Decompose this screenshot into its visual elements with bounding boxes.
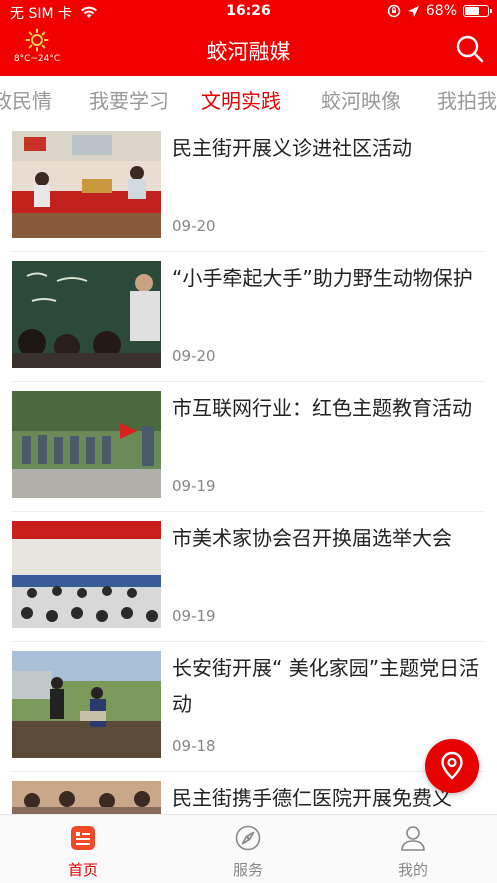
app-header: 8°C~24°C 蛟河融媒 [0,24,497,76]
news-date: 09-20 [172,217,216,235]
location-fab[interactable] [425,739,479,793]
news-date: 09-19 [172,607,216,625]
news-thumbnail [12,391,161,498]
news-item[interactable]: 民主街携手德仁医院开展免费义 [0,772,497,814]
news-item[interactable]: 市互联网行业：红色主题教育活动 09-19 [0,382,497,512]
tab-jiaohe-images[interactable]: 蛟河映像 [321,85,401,114]
status-right: 68% [387,3,492,19]
news-item[interactable]: “小手牵起大手”助力野生动物保护 09-20 [0,252,497,382]
battery-icon [463,5,492,17]
compass-icon [235,825,261,851]
news-date: 09-20 [172,347,216,365]
tab-study[interactable]: 我要学习 [89,85,169,114]
tabbar-services-label: 服务 [232,861,263,879]
tabbar-home[interactable]: 首页 [38,825,128,880]
news-title: 市美术家协会召开换届选举大会 [172,526,452,550]
news-list: 民主街开展义诊进社区活动 09-20 “小手牵起大手”助力野生动物保护 09-2… [0,122,497,814]
tabbar-profile-label: 我的 [397,861,428,879]
news-title: 民主街开展义诊进社区活动 [172,136,412,160]
tabbar-home-label: 首页 [67,861,98,879]
bottom-tab-bar: 首页 服务 我的 [0,814,497,883]
app-title: 蛟河融媒 [206,40,291,64]
user-icon [401,826,425,851]
battery-percent: 68% [425,3,457,19]
news-thumbnail [12,651,161,758]
tab-civilization-practice[interactable]: 文明实践 [201,85,281,114]
news-thumbnail [12,521,161,628]
tabbar-services[interactable]: 服务 [203,825,293,880]
rotation-lock-icon [387,4,401,18]
tab-politics[interactable]: 政民情 [0,85,52,114]
news-date: 09-19 [172,477,216,495]
news-item[interactable]: 民主街开展义诊进社区活动 09-20 [0,122,497,252]
location-arrow-icon [407,5,419,17]
news-title: “小手牵起大手”助力野生动物保护 [172,266,473,290]
search-icon [456,35,484,63]
map-pin-icon [441,751,463,780]
news-date: 09-18 [172,737,216,755]
home-news-icon [71,826,95,850]
status-bar: 无 SIM 卡 16:26 68% [0,0,497,24]
tab-my-shots[interactable]: 我拍我 [437,85,497,114]
news-title: 市互联网行业：红色主题教育活动 [172,396,472,420]
tabbar-profile[interactable]: 我的 [368,825,458,880]
category-tabs: 政民情 我要学习 文明实践 蛟河映像 我拍我 [0,76,497,122]
search-button[interactable] [455,34,485,68]
news-thumbnail [12,781,161,814]
news-thumbnail [12,131,161,238]
news-title: 长安街开展“ 美化家园”主题党日活动 [172,656,480,716]
news-item[interactable]: 市美术家协会召开换届选举大会 09-19 [0,512,497,642]
news-item[interactable]: 长安街开展“ 美化家园”主题党日活动 09-18 [0,642,497,772]
news-thumbnail [12,261,161,368]
